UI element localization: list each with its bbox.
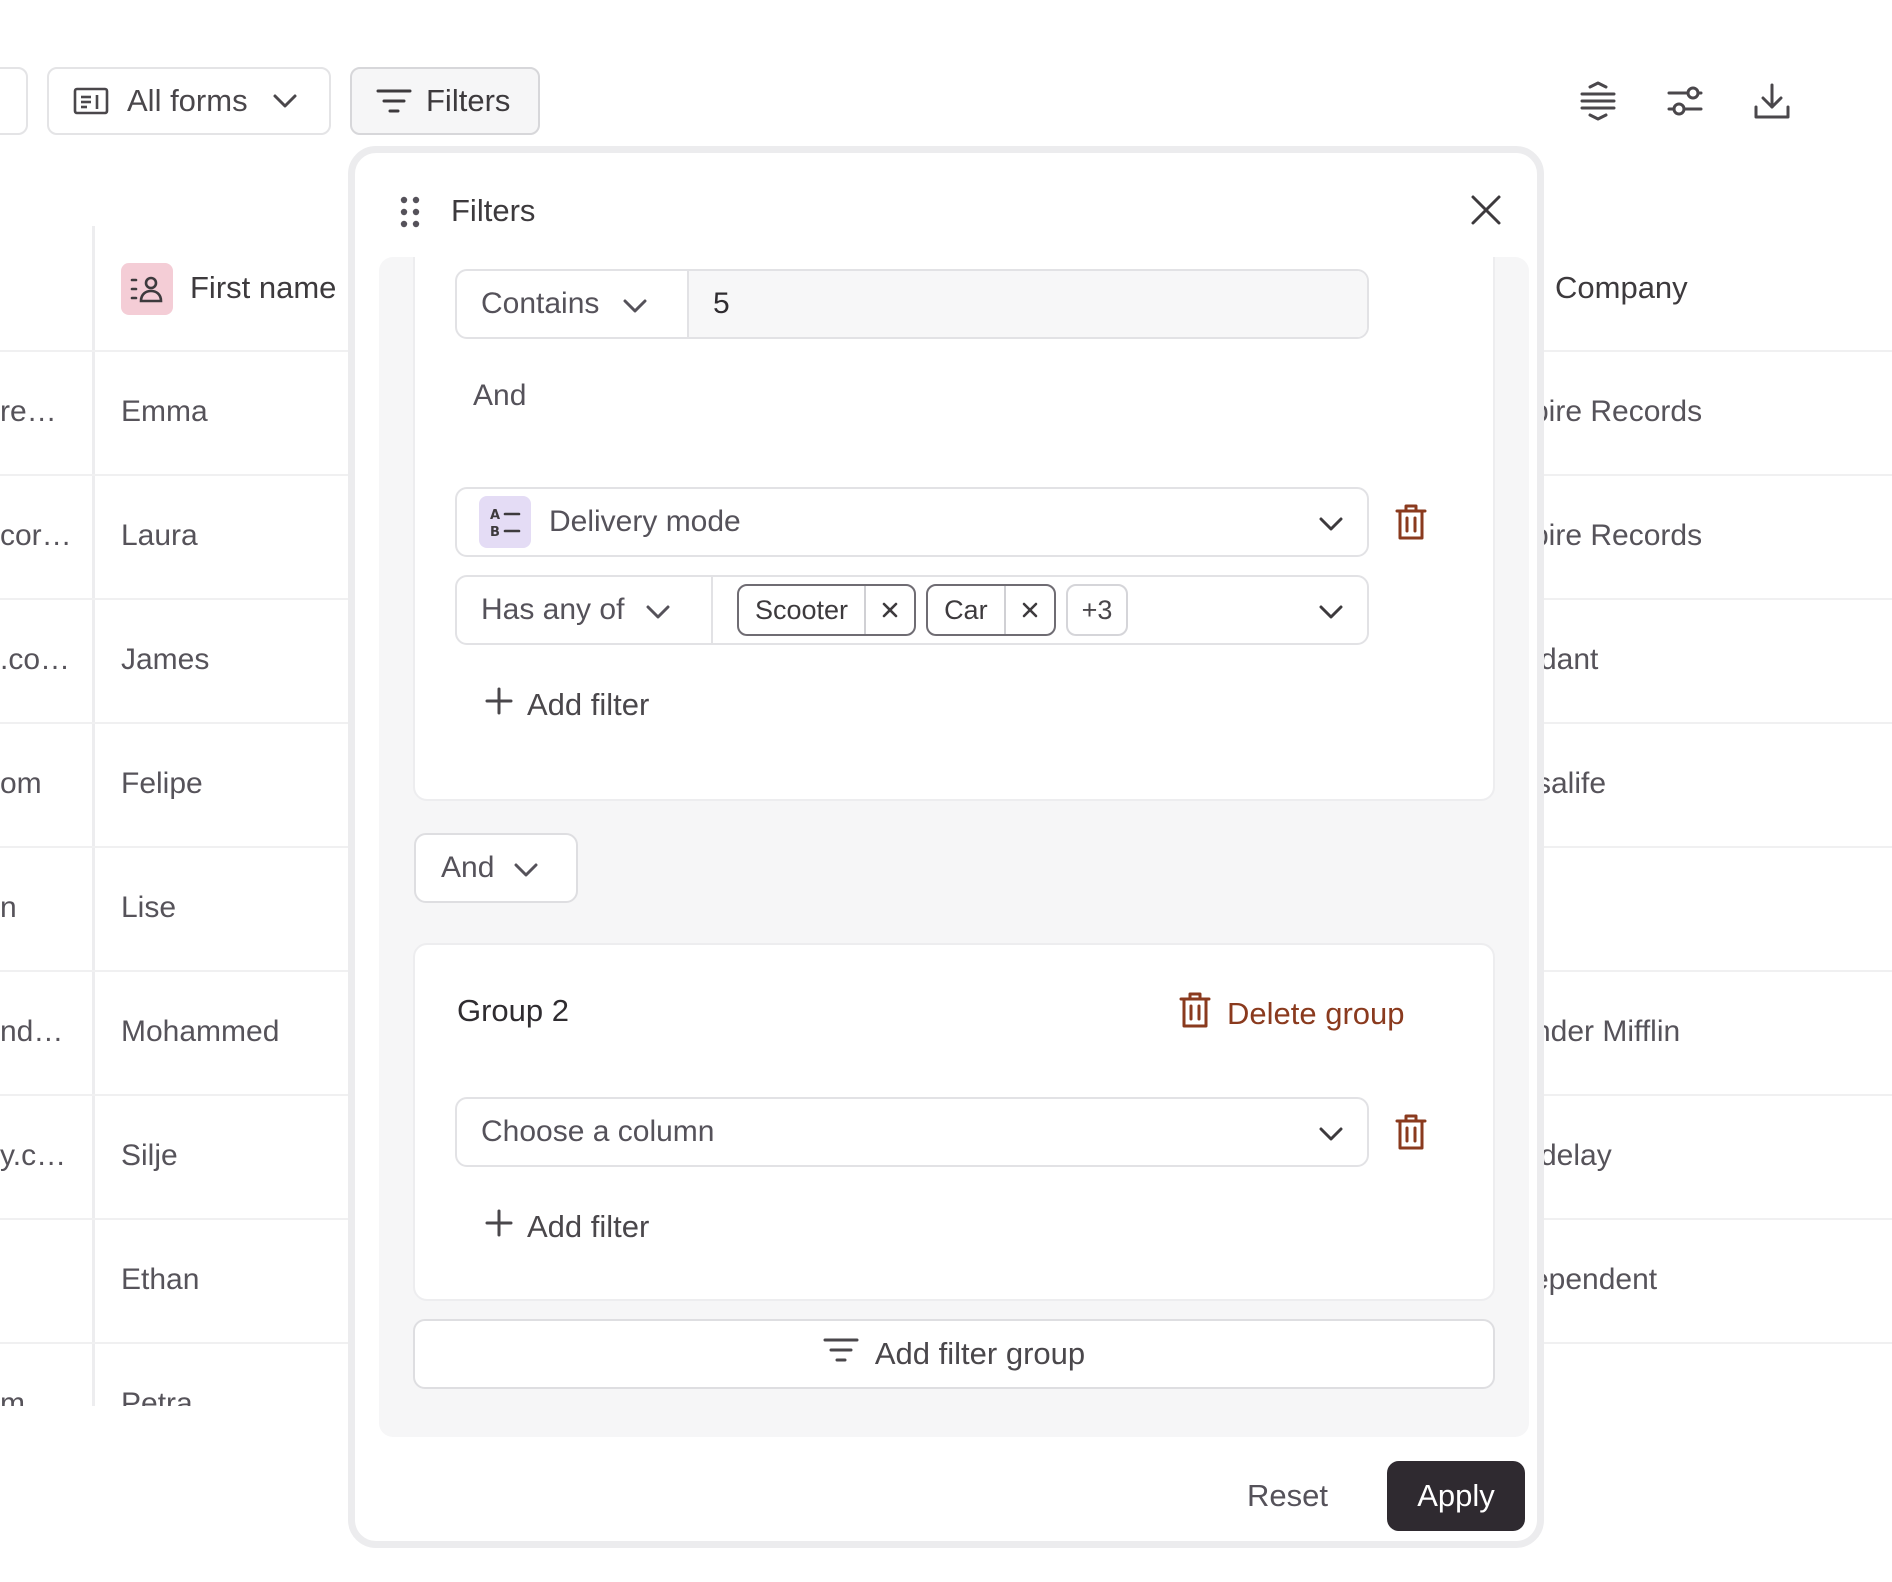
close-icon[interactable] [1469,193,1503,232]
value-tag: Scooter [737,584,917,636]
cell-first-name[interactable]: Petra [121,1387,193,1406]
cell-email[interactable]: y.c… [0,1139,66,1173]
cell-first-name[interactable]: Lise [121,891,176,925]
cell-company[interactable]: ependent [1532,1263,1657,1297]
group-title: Group 2 [457,993,570,1028]
chevron-down-icon [1319,593,1343,627]
values-multiselect[interactable]: Scooter Car +3 [713,577,1367,643]
person-list-icon [121,263,173,315]
cell-email[interactable]: cor… [0,519,72,553]
cell-first-name[interactable]: Emma [121,395,208,429]
drag-handle-icon[interactable] [399,195,421,234]
operator-label: Contains [481,287,600,320]
svg-text:A: A [490,508,500,523]
condition-1-row: Contains 5 [455,269,1369,339]
cell-company[interactable]: nder Mifflin [1534,1015,1680,1049]
close-icon[interactable] [1003,586,1054,634]
group-joiner-label: And [441,851,495,884]
tag-label: Scooter [755,594,849,625]
cell-email[interactable]: re… [0,395,57,429]
cell-company[interactable]: pire Records [1532,519,1702,553]
add-filter-label: Add filter [527,1209,650,1244]
plus-icon [485,1209,513,1245]
add-filter-button[interactable]: Add filter [485,1209,649,1245]
apply-button[interactable]: Apply [1387,1461,1525,1531]
close-icon[interactable] [864,586,914,634]
cell-company[interactable]: pire Records [1532,395,1702,429]
list-column-icon: A B [479,496,531,548]
column-select[interactable]: A B Delivery mode [455,487,1369,557]
add-filter-label: Add filter [527,687,650,722]
plus-icon [485,687,513,723]
operator-label: Has any of [481,593,625,626]
tag-label: Car [944,594,988,625]
column-placeholder: Choose a column [481,1115,715,1148]
operator-select[interactable]: Has any of [457,577,713,643]
chevron-down-icon [623,287,647,321]
value-text: 5 [713,287,730,320]
cell-email[interactable]: m [0,1387,25,1406]
cell-company[interactable]: dant [1540,643,1598,677]
operator-select[interactable]: Contains [457,271,689,337]
reset-button[interactable]: Reset [1247,1461,1328,1531]
popup-title: Filters [451,193,536,228]
cell-first-name[interactable]: Felipe [121,767,203,801]
filters-popup: Filters Contains 5 And A B Delivery mode… [348,146,1544,1548]
joiner-label: And [473,379,527,412]
header-first-name[interactable]: First name [190,270,336,306]
delete-group-label: Delete group [1227,996,1405,1031]
cell-email[interactable]: n [0,891,17,925]
column-select[interactable]: Choose a column [455,1097,1369,1167]
cell-first-name[interactable]: James [121,643,209,677]
cell-first-name[interactable]: Mohammed [121,1015,279,1049]
trash-icon[interactable] [1395,503,1427,546]
value-input[interactable]: 5 [689,271,1367,337]
cell-company[interactable]: salife [1536,767,1606,801]
delete-group-button[interactable]: Delete group [1179,991,1405,1037]
condition-2-row: Has any of Scooter Car +3 [455,575,1369,645]
add-filter-group-label: Add filter group [874,1336,1086,1371]
trash-icon [1179,991,1211,1037]
more-tags-badge[interactable]: +3 [1065,584,1129,636]
filter-group-1: Contains 5 And A B Delivery mode Has any… [413,257,1495,801]
filter-groups-panel[interactable]: Contains 5 And A B Delivery mode Has any… [379,257,1529,1437]
group-joiner-select[interactable]: And [414,833,578,903]
svg-text:B: B [490,525,500,539]
cell-first-name[interactable]: Ethan [121,1263,199,1297]
add-filter-group-button[interactable]: Add filter group [413,1319,1495,1389]
chevron-down-icon [514,851,538,885]
trash-icon[interactable] [1395,1113,1427,1156]
chevron-down-icon [1319,1115,1343,1149]
value-tag: Car [926,584,1056,636]
chevron-down-icon [646,593,670,627]
cell-email[interactable]: om [0,767,42,801]
column-divider [92,226,95,1406]
cell-email[interactable]: nd… [0,1015,63,1049]
header-company[interactable]: Company [1555,270,1688,306]
cell-first-name[interactable]: Silje [121,1139,178,1173]
filter-icon [823,1336,859,1372]
add-filter-button[interactable]: Add filter [485,687,649,723]
cell-company[interactable]: delay [1540,1139,1612,1173]
cell-email[interactable]: .co… [0,643,70,677]
column-label: Delivery mode [549,505,741,538]
chevron-down-icon [1319,505,1343,539]
filter-group-2: Group 2 Delete group Choose a column Add… [413,943,1495,1301]
cell-first-name[interactable]: Laura [121,519,198,553]
